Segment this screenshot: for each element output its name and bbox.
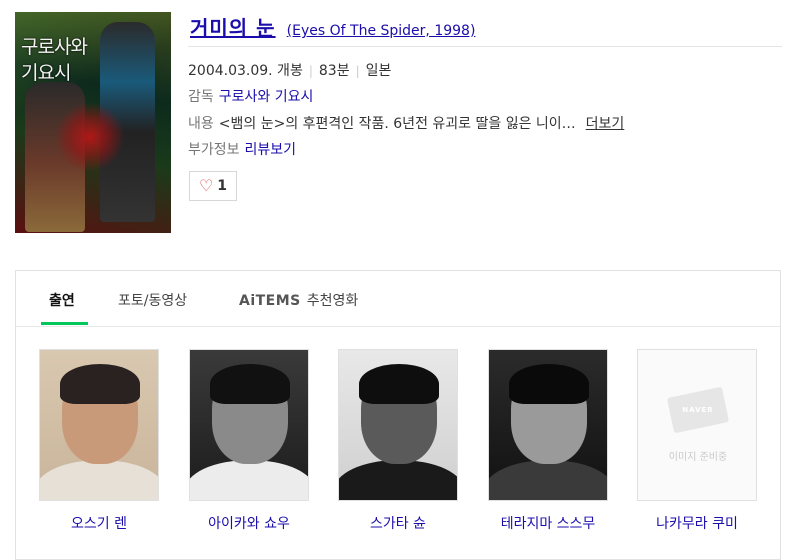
cast-name[interactable]: 나카무라 쿠미 [637, 513, 757, 533]
meta-separator: | [308, 64, 313, 78]
cast-card[interactable]: 오스기 렌 [39, 349, 159, 533]
placeholder-logo: NAVER [682, 406, 714, 414]
extra-info-row: 부가정보 리뷰보기 [188, 139, 296, 159]
cast-name[interactable]: 오스기 렌 [39, 513, 159, 533]
cast-photo-placeholder[interactable]: NAVER 이미지 준비중 [637, 349, 757, 501]
tab-cast[interactable]: 출연 [49, 290, 75, 310]
cast-photo[interactable] [189, 349, 309, 501]
aitems-logo: AiTEMS [239, 293, 301, 309]
extra-info-label: 부가정보 [188, 142, 240, 158]
like-count: 1 [217, 178, 228, 194]
cast-photo[interactable] [488, 349, 608, 501]
tab-recommended[interactable]: AiTEMS 추천영화 [239, 290, 358, 310]
cast-name[interactable]: 아이카와 쇼우 [189, 513, 309, 533]
movie-poster[interactable]: 구로사와 기요시 [15, 12, 171, 233]
placeholder-caption: 이미지 준비중 [668, 452, 728, 463]
cast-name[interactable]: 테라지마 스스무 [488, 513, 608, 533]
active-tab-indicator [41, 322, 88, 325]
tab-photo-video[interactable]: 포토/동영상 [118, 290, 187, 310]
cast-photo[interactable] [338, 349, 458, 501]
cast-photo[interactable] [39, 349, 159, 501]
cast-name[interactable]: 스가타 슌 [338, 513, 458, 533]
director-label: 감독 [188, 89, 214, 105]
tab-bar: 출연 포토/동영상 AiTEMS 추천영화 [16, 271, 780, 327]
movie-title-english[interactable]: (Eyes Of The Spider, 1998) [287, 23, 476, 39]
cast-card[interactable]: 테라지마 스스무 [488, 349, 608, 533]
poster-title: 구로사와 기요시 [21, 36, 88, 84]
like-button[interactable]: ♡ 1 [189, 171, 237, 201]
release-date: 2004.03.09. 개봉 [188, 63, 303, 79]
cast-panel: 출연 포토/동영상 AiTEMS 추천영화 오스기 렌 아이카와 쇼우 스가타 슌 [15, 270, 781, 560]
poster-credits [115, 182, 165, 212]
tab-recommended-label: 추천영화 [306, 293, 359, 309]
movie-title[interactable]: 거미의 눈 (Eyes Of The Spider, 1998) [190, 12, 475, 41]
content-row: 내용 <뱀의 눈>의 후편격인 작품. 6년전 유괴로 딸을 잃은 니이… 더보기 [188, 113, 624, 133]
meta-separator: | [355, 64, 360, 78]
director-row: 감독 구로사와 기요시 [188, 86, 313, 106]
heart-icon: ♡ [198, 176, 214, 195]
review-link[interactable]: 리뷰보기 [245, 142, 297, 158]
runtime: 83분 [318, 63, 350, 79]
content-label: 내용 [188, 116, 214, 132]
movie-title-korean[interactable]: 거미의 눈 [190, 16, 276, 40]
country: 일본 [365, 63, 392, 79]
title-divider [188, 46, 782, 47]
more-link[interactable]: 더보기 [586, 116, 625, 132]
poster-blood-splatter [55, 102, 125, 172]
cast-card[interactable]: 아이카와 쇼우 [189, 349, 309, 533]
content-summary: <뱀의 눈>의 후편격인 작품. 6년전 유괴로 딸을 잃은 니이… [218, 116, 576, 132]
director-link[interactable]: 구로사와 기요시 [219, 89, 314, 105]
cast-card[interactable]: 스가타 슌 [338, 349, 458, 533]
movie-meta: 2004.03.09. 개봉 | 83분 | 일본 [188, 60, 391, 80]
cast-card[interactable]: NAVER 이미지 준비중 나카무라 쿠미 [637, 349, 757, 533]
